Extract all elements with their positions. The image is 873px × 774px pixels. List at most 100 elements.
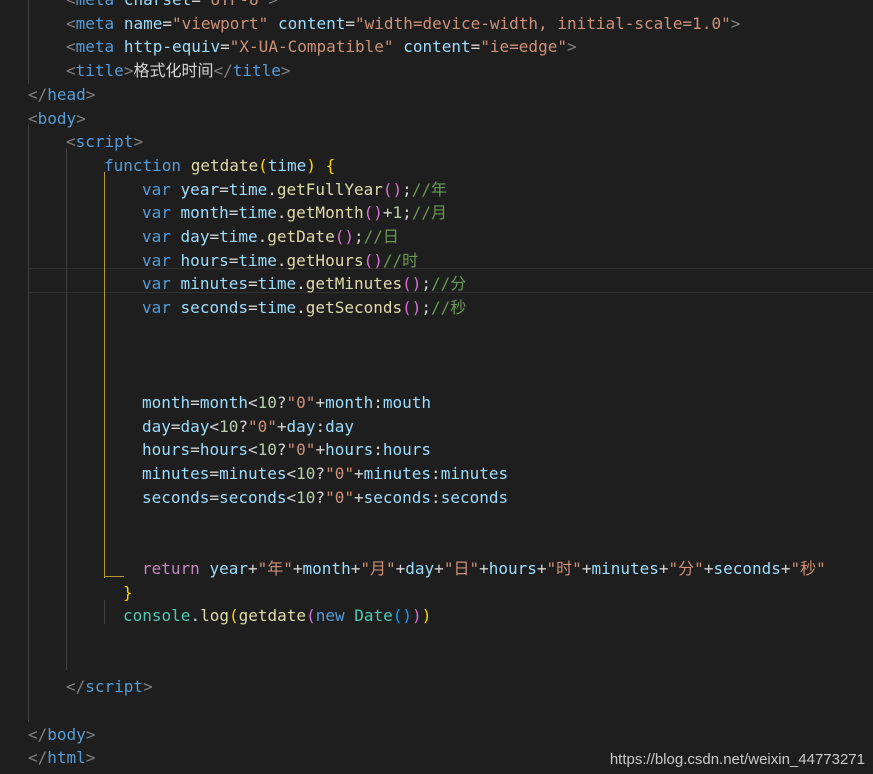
code-token: content	[403, 37, 471, 57]
code-token: "X-UA-Compatible"	[229, 37, 394, 57]
code-token: 10	[296, 487, 316, 507]
code-line[interactable]: }	[28, 581, 133, 605]
code-line[interactable]: <title>格式化时间</title>	[28, 59, 291, 83]
code-line[interactable]: <body>	[28, 107, 86, 131]
code-token: meta	[76, 0, 115, 9]
code-token: +	[247, 558, 258, 578]
code-line[interactable]: month=month<10?"0"+month:mouth	[28, 391, 431, 415]
code-token: >	[76, 108, 86, 128]
code-token: var	[142, 179, 171, 199]
code-line[interactable]: function getdate(time) {	[28, 154, 335, 178]
code-line[interactable]: <meta http-equiv="X-UA-Compatible" conte…	[28, 35, 577, 59]
code-token: :	[373, 440, 383, 460]
code-token: getHours	[286, 250, 364, 270]
code-token: title	[75, 61, 124, 81]
code-line[interactable]: var hours=time.getHours()//时	[28, 249, 418, 273]
code-token: var	[142, 250, 171, 270]
code-token: =	[345, 13, 356, 33]
code-token: month	[325, 392, 374, 412]
code-token: {	[325, 155, 336, 175]
code-token: (	[228, 606, 239, 626]
code-token: seconds	[363, 487, 432, 507]
code-token: :	[431, 487, 441, 507]
code-token: <	[286, 464, 297, 483]
code-token: getDate	[267, 227, 335, 246]
code-token: ()	[402, 274, 422, 294]
code-token: =	[228, 250, 239, 270]
code-token: <	[66, 132, 76, 152]
code-token: =	[162, 13, 172, 33]
code-token: =	[220, 37, 230, 57]
code-token: </	[28, 748, 48, 768]
code-line[interactable]: </head>	[28, 83, 95, 107]
code-line[interactable]: return year+"年"+month+"月"+day+"日"+hours+…	[28, 557, 826, 581]
code-token: ;	[421, 274, 432, 294]
code-token: Date	[354, 606, 393, 626]
code-line[interactable]: var day=time.getDate();//日	[28, 225, 399, 249]
code-line[interactable]: hours=hours<10?"0"+hours:hours	[28, 438, 431, 462]
code-line[interactable]: </script>	[28, 675, 153, 699]
code-token: :	[373, 392, 383, 412]
code-line[interactable]: </body>	[28, 723, 95, 747]
code-token: day	[180, 416, 210, 436]
code-token: .	[296, 298, 306, 318]
code-token: >	[85, 748, 96, 768]
code-token: "0"	[286, 440, 316, 460]
code-token: .	[267, 179, 277, 199]
code-token: day	[142, 416, 171, 436]
code-token: day	[286, 416, 316, 436]
code-token: .	[276, 250, 287, 270]
code-line[interactable]: seconds=seconds<10?"0"+seconds:seconds	[28, 486, 508, 510]
code-token: minutes	[363, 464, 432, 483]
code-line[interactable]: var month=time.getMonth()+1;//月	[28, 201, 447, 225]
code-editor[interactable]: <meta charset="UTF-8"><meta name="viewpo…	[0, 0, 873, 774]
code-line[interactable]: console.log(getdate(new Date()))	[28, 604, 431, 628]
code-token: =	[191, 0, 201, 9]
code-token: 10	[257, 392, 277, 412]
code-token: +	[292, 558, 303, 578]
code-token: "日"	[443, 558, 480, 578]
code-line[interactable]: <script>	[28, 130, 143, 154]
code-token: ()	[363, 250, 383, 270]
code-token: =	[247, 298, 258, 318]
code-token: +	[658, 558, 669, 578]
code-token: //时	[382, 250, 419, 270]
code-line[interactable]: var year=time.getFullYear();//年	[28, 178, 447, 202]
code-token: body	[47, 724, 86, 744]
code-token: +	[315, 392, 326, 412]
code-token: </	[66, 677, 86, 697]
code-line[interactable]: <meta name="viewport" content="width=dev…	[28, 12, 740, 36]
code-token: =	[219, 179, 229, 199]
code-token: getMonth	[286, 203, 364, 223]
code-line[interactable]: </html>	[28, 746, 95, 770]
code-token: .	[190, 606, 201, 626]
code-token: >	[123, 61, 134, 81]
code-token: hours	[142, 440, 191, 460]
code-token: time	[238, 250, 277, 270]
code-token: 10	[219, 416, 239, 436]
code-token: ?	[276, 440, 287, 460]
code-token: >	[85, 724, 96, 744]
code-token: getdate	[238, 606, 307, 626]
code-token: "ie=edge"	[480, 37, 567, 57]
code-token: meta	[75, 37, 115, 57]
code-line[interactable]: minutes=minutes<10?"0"+minutes:minutes	[28, 462, 508, 486]
code-token: >	[133, 132, 144, 152]
code-token: body	[37, 108, 77, 128]
code-line[interactable]: var seconds=time.getSeconds();//秒	[28, 296, 466, 320]
code-token: getFullYear	[276, 179, 383, 199]
code-token: ?	[315, 464, 326, 483]
code-line[interactable]: <meta charset="UTF-8">	[28, 0, 278, 12]
code-line[interactable]: day=day<10?"0"+day:day	[28, 415, 354, 439]
code-token: 10	[296, 464, 316, 483]
code-line[interactable]: var minutes=time.getMinutes();//分	[28, 272, 466, 296]
code-token: var	[142, 298, 171, 318]
code-token: >	[268, 0, 278, 9]
